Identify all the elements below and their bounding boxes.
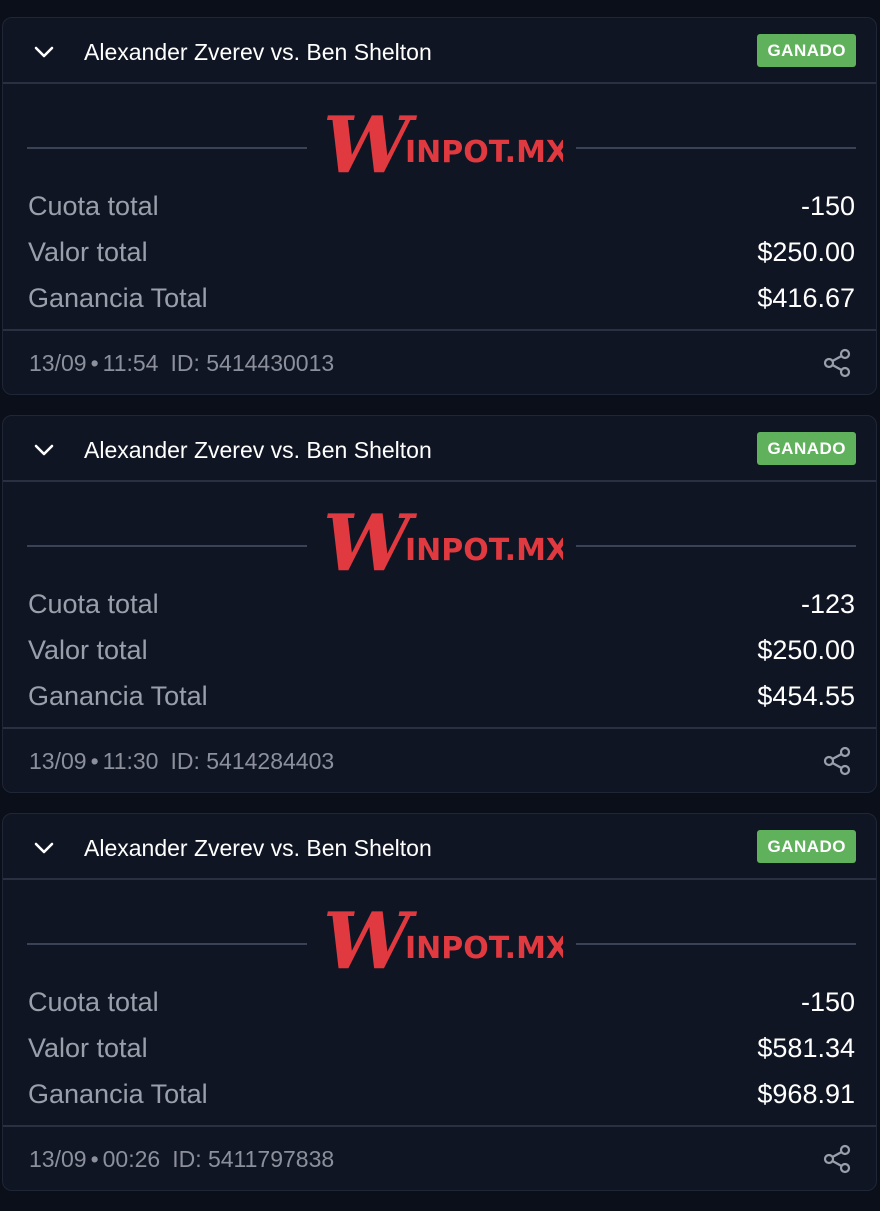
summary-value: -150 [800, 987, 855, 1017]
match-title: Alexander Zverev vs. Ben Shelton [84, 835, 432, 861]
bet-card: Alexander Zverev vs. Ben Shelton GANADO … [2, 415, 877, 793]
divider [27, 545, 307, 547]
chevron-down-icon[interactable] [32, 836, 56, 860]
summary-row-odds: Cuota total -150 [27, 984, 856, 1030]
bet-id: 5411797838 [207, 1146, 335, 1172]
summary-label: Ganancia Total [28, 1079, 208, 1109]
svg-text:W: W [323, 898, 418, 980]
bet-card-footer: 13/09 • 00:26 ID: 5411797838 [3, 1125, 876, 1190]
meta-separator: • [90, 1146, 99, 1172]
summary-label: Cuota total [28, 191, 159, 221]
summary-value: $581.34 [757, 1033, 855, 1063]
bet-id-label: ID: [170, 748, 200, 774]
brand-name: INPOT.MX [405, 533, 563, 568]
bet-meta: 13/09 • 11:30 ID: 5414284403 [29, 747, 334, 775]
bet-date: 13/09 [29, 748, 87, 774]
summary-value: $454.55 [757, 681, 855, 711]
winpot-logo: W INPOT.MX [323, 898, 563, 980]
brand-name: INPOT.MX [405, 135, 563, 170]
summary-row-odds: Cuota total -123 [27, 586, 856, 632]
summary-label: Valor total [28, 635, 148, 665]
summary-row-stake: Valor total $250.00 [27, 234, 856, 280]
brand-logo-row: W INPOT.MX [27, 894, 856, 994]
meta-separator: • [90, 748, 99, 774]
status-badge: GANADO [757, 830, 856, 863]
bet-card: Alexander Zverev vs. Ben Shelton GANADO … [2, 813, 877, 1191]
divider [27, 147, 307, 149]
winpot-logo: W INPOT.MX [323, 102, 563, 184]
summary-value: -150 [800, 191, 855, 221]
bet-card-header[interactable]: Alexander Zverev vs. Ben Shelton GANADO [3, 814, 876, 880]
summary-value: -123 [800, 589, 855, 619]
summary-value: $416.67 [757, 283, 855, 313]
bet-meta: 13/09 • 11:54 ID: 5414430013 [29, 349, 334, 377]
bet-summary: Cuota total -150 Valor total $581.34 Gan… [27, 984, 856, 1122]
match-title: Alexander Zverev vs. Ben Shelton [84, 437, 432, 463]
bet-history-list: Alexander Zverev vs. Ben Shelton GANADO … [0, 17, 880, 1211]
summary-row-odds: Cuota total -150 [27, 188, 856, 234]
svg-text:W: W [323, 500, 418, 582]
bet-card-header[interactable]: Alexander Zverev vs. Ben Shelton GANADO [3, 416, 876, 482]
summary-label: Valor total [28, 237, 148, 267]
summary-label: Ganancia Total [28, 283, 208, 313]
bet-id-label: ID: [170, 350, 200, 376]
bet-id: 5414430013 [206, 350, 335, 376]
status-badge: GANADO [757, 34, 856, 67]
summary-row-stake: Valor total $581.34 [27, 1030, 856, 1076]
summary-label: Ganancia Total [28, 681, 208, 711]
bet-meta: 13/09 • 00:26 ID: 5411797838 [29, 1145, 334, 1173]
summary-row-stake: Valor total $250.00 [27, 632, 856, 678]
share-icon[interactable] [822, 1144, 852, 1174]
status-badge: GANADO [757, 432, 856, 465]
brand-logo-row: W INPOT.MX [27, 496, 856, 596]
bet-card: Alexander Zverev vs. Ben Shelton GANADO … [2, 17, 877, 395]
bet-date: 13/09 [29, 1146, 87, 1172]
bet-summary: Cuota total -150 Valor total $250.00 Gan… [27, 188, 856, 326]
meta-separator: • [90, 350, 99, 376]
share-icon[interactable] [822, 746, 852, 776]
summary-label: Valor total [28, 1033, 148, 1063]
chevron-down-icon[interactable] [32, 40, 56, 64]
summary-value: $250.00 [757, 635, 855, 665]
bet-time: 00:26 [102, 1146, 161, 1172]
bet-summary: Cuota total -123 Valor total $250.00 Gan… [27, 586, 856, 724]
bet-date: 13/09 [29, 350, 87, 376]
chevron-down-icon[interactable] [32, 438, 56, 462]
divider [576, 147, 856, 149]
divider [576, 545, 856, 547]
summary-row-payout: Ganancia Total $968.91 [27, 1076, 856, 1122]
brand-logo-row: W INPOT.MX [27, 98, 856, 198]
share-icon[interactable] [822, 348, 852, 378]
summary-label: Cuota total [28, 589, 159, 619]
match-title: Alexander Zverev vs. Ben Shelton [84, 39, 432, 65]
bet-id-label: ID: [172, 1146, 202, 1172]
divider [576, 943, 856, 945]
summary-label: Cuota total [28, 987, 159, 1017]
bet-card-footer: 13/09 • 11:54 ID: 5414430013 [3, 329, 876, 394]
summary-value: $968.91 [757, 1079, 855, 1109]
svg-text:W: W [323, 102, 418, 184]
bet-card-footer: 13/09 • 11:30 ID: 5414284403 [3, 727, 876, 792]
summary-row-payout: Ganancia Total $454.55 [27, 678, 856, 724]
brand-name: INPOT.MX [405, 931, 563, 966]
bet-time: 11:54 [102, 350, 159, 376]
winpot-logo: W INPOT.MX [323, 500, 563, 582]
bet-id: 5414284403 [206, 748, 335, 774]
bet-card-header[interactable]: Alexander Zverev vs. Ben Shelton GANADO [3, 18, 876, 84]
divider [27, 943, 307, 945]
summary-row-payout: Ganancia Total $416.67 [27, 280, 856, 326]
summary-value: $250.00 [757, 237, 855, 267]
bet-time: 11:30 [102, 748, 159, 774]
